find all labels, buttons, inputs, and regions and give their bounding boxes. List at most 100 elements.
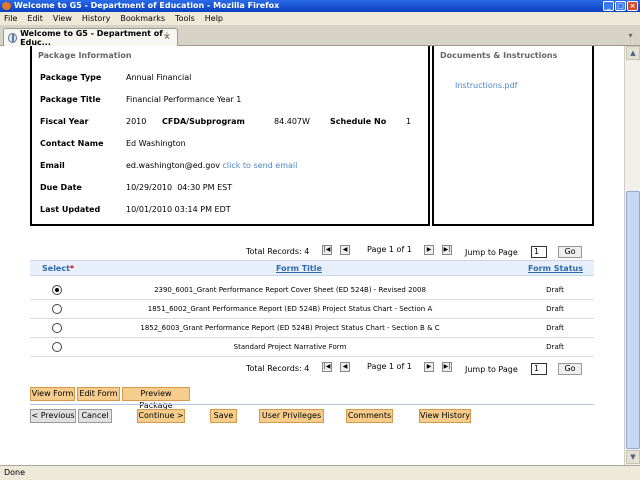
package-type-label: Package Type xyxy=(40,73,102,82)
table-row: 2390_6001_Grant Performance Report Cover… xyxy=(30,281,594,300)
menu-history[interactable]: History xyxy=(82,14,110,23)
cfda-label: CFDA/Subprogram xyxy=(162,117,245,126)
cancel-button[interactable]: Cancel xyxy=(78,409,112,423)
row-radio[interactable] xyxy=(52,342,62,352)
next-page-icon[interactable]: ▶ xyxy=(424,245,434,255)
select-column-header: Select* xyxy=(42,264,74,273)
tab-bar: Welcome to G5 - Department of Educ... × … xyxy=(0,25,640,47)
schedule-value: 1 xyxy=(406,117,412,126)
last-updated-label: Last Updated xyxy=(40,205,101,214)
menu-bar: File Edit View History Bookmarks Tools H… xyxy=(0,12,640,25)
forms-table-header: Select* Form Title Form Status xyxy=(30,260,594,276)
menu-edit[interactable]: Edit xyxy=(27,14,43,23)
total-records: Total Records: 4 xyxy=(246,247,310,256)
form-status: Draft xyxy=(546,343,564,351)
package-title-value: Financial Performance Year 1 xyxy=(126,95,242,104)
status-bar: Done xyxy=(0,465,640,480)
package-type-value: Annual Financial xyxy=(126,73,192,82)
scroll-thumb[interactable] xyxy=(626,191,640,449)
view-form-button[interactable]: View Form xyxy=(30,387,75,401)
user-privileges-button[interactable]: User Privileges xyxy=(259,409,324,423)
last-page-icon[interactable]: ▶| xyxy=(442,245,452,255)
prev-page-icon[interactable]: ◀ xyxy=(340,245,350,255)
page-content: Package Information Package Type Annual … xyxy=(0,46,624,465)
window-title: Welcome to G5 - Department of Education … xyxy=(14,1,280,10)
total-records: Total Records: 4 xyxy=(246,364,310,373)
last-updated-value: 10/01/2010 03:14 PM EDT xyxy=(126,205,231,214)
edit-form-button[interactable]: Edit Form xyxy=(77,387,120,401)
form-status-column-header[interactable]: Form Status xyxy=(528,264,583,273)
jump-to-page-label: Jump to Page xyxy=(465,365,518,374)
go-button[interactable]: Go xyxy=(558,246,582,258)
comments-button[interactable]: Comments xyxy=(346,409,393,423)
first-page-icon[interactable]: |◀ xyxy=(322,362,332,372)
fiscal-year-label: Fiscal Year xyxy=(40,117,89,126)
row-radio[interactable] xyxy=(52,285,62,295)
window-title-bar: Welcome to G5 - Department of Education … xyxy=(0,0,640,12)
prev-page-icon[interactable]: ◀ xyxy=(340,362,350,372)
table-row: 1851_6002_Grant Performance Report (ED 5… xyxy=(30,300,594,319)
instructions-pdf-link[interactable]: Instructions.pdf xyxy=(455,81,518,90)
scroll-down-icon[interactable]: ▼ xyxy=(626,450,640,464)
pager-bottom: Total Records: 4 |◀ ◀ Page 1 of 1 ▶ ▶| J… xyxy=(240,362,600,376)
previous-button[interactable]: < Previous xyxy=(30,409,76,423)
divider xyxy=(30,404,594,405)
select-header-label: Select xyxy=(42,264,70,273)
form-title: 2390_6001_Grant Performance Report Cover… xyxy=(154,286,426,294)
table-row: Standard Project Narrative Form Draft xyxy=(30,338,594,357)
first-page-icon[interactable]: |◀ xyxy=(322,245,332,255)
go-button[interactable]: Go xyxy=(558,363,582,375)
next-page-icon[interactable]: ▶ xyxy=(424,362,434,372)
list-tabs-icon[interactable]: ▾ xyxy=(624,29,637,43)
menu-help[interactable]: Help xyxy=(205,14,223,23)
table-row: 1852_6003_Grant Performance Report (ED 5… xyxy=(30,319,594,338)
view-history-button[interactable]: View History xyxy=(419,409,471,423)
cfda-value: 84.407W xyxy=(274,117,310,126)
form-status: Draft xyxy=(546,324,564,332)
form-title-column-header[interactable]: Form Title xyxy=(276,264,322,273)
pager-top: Total Records: 4 |◀ ◀ Page 1 of 1 ▶ ▶| J… xyxy=(240,245,600,259)
tab-label: Welcome to G5 - Department of Educ... xyxy=(20,28,163,47)
save-button[interactable]: Save xyxy=(210,409,237,423)
jump-page-input[interactable]: 1 xyxy=(531,246,547,258)
maximize-icon[interactable]: □ xyxy=(615,1,626,11)
jump-page-input[interactable]: 1 xyxy=(531,363,547,375)
package-title-label: Package Title xyxy=(40,95,101,104)
last-page-icon[interactable]: ▶| xyxy=(442,362,452,372)
form-title: 1852_6003_Grant Performance Report (ED 5… xyxy=(140,324,440,332)
contact-name-value: Ed Washington xyxy=(126,139,186,148)
minimize-icon[interactable]: _ xyxy=(603,1,614,11)
menu-tools[interactable]: Tools xyxy=(175,14,195,23)
firefox-icon xyxy=(2,2,11,10)
form-status: Draft xyxy=(546,286,564,294)
menu-bookmarks[interactable]: Bookmarks xyxy=(120,14,165,23)
row-radio[interactable] xyxy=(52,304,62,314)
package-info-title: Package Information xyxy=(38,51,132,60)
row-radio[interactable] xyxy=(52,323,62,333)
scroll-up-icon[interactable]: ▲ xyxy=(626,46,640,60)
fiscal-year-value: 2010 xyxy=(126,117,147,126)
email-value: ed.washington@ed.gov xyxy=(126,161,220,170)
page-indicator: Page 1 of 1 xyxy=(367,362,412,371)
schedule-label: Schedule No xyxy=(330,117,387,126)
email-line: ed.washington@ed.gov click to send email xyxy=(126,161,297,170)
package-info-panel: Package Information Package Type Annual … xyxy=(30,46,430,226)
vertical-scrollbar[interactable]: ▲ ▼ xyxy=(624,46,640,465)
documents-panel: Documents & Instructions Instructions.pd… xyxy=(432,46,594,226)
menu-view[interactable]: View xyxy=(53,14,72,23)
globe-icon xyxy=(8,32,18,43)
required-marker: * xyxy=(69,264,75,273)
menu-file[interactable]: File xyxy=(4,14,17,23)
email-label: Email xyxy=(40,161,65,170)
new-tab-button[interactable]: + xyxy=(160,30,174,44)
close-icon[interactable]: × xyxy=(627,1,638,11)
due-date-label: Due Date xyxy=(40,183,82,192)
jump-to-page-label: Jump to Page xyxy=(465,248,518,257)
preview-package-button[interactable]: Preview Package xyxy=(122,387,190,410)
documents-title: Documents & Instructions xyxy=(440,51,558,60)
continue-button[interactable]: Continue > xyxy=(137,409,185,423)
form-title: Standard Project Narrative Form xyxy=(233,343,347,351)
send-email-link[interactable]: click to send email xyxy=(223,161,298,170)
tab-g5[interactable]: Welcome to G5 - Department of Educ... × xyxy=(3,28,178,47)
contact-name-label: Contact Name xyxy=(40,139,104,148)
